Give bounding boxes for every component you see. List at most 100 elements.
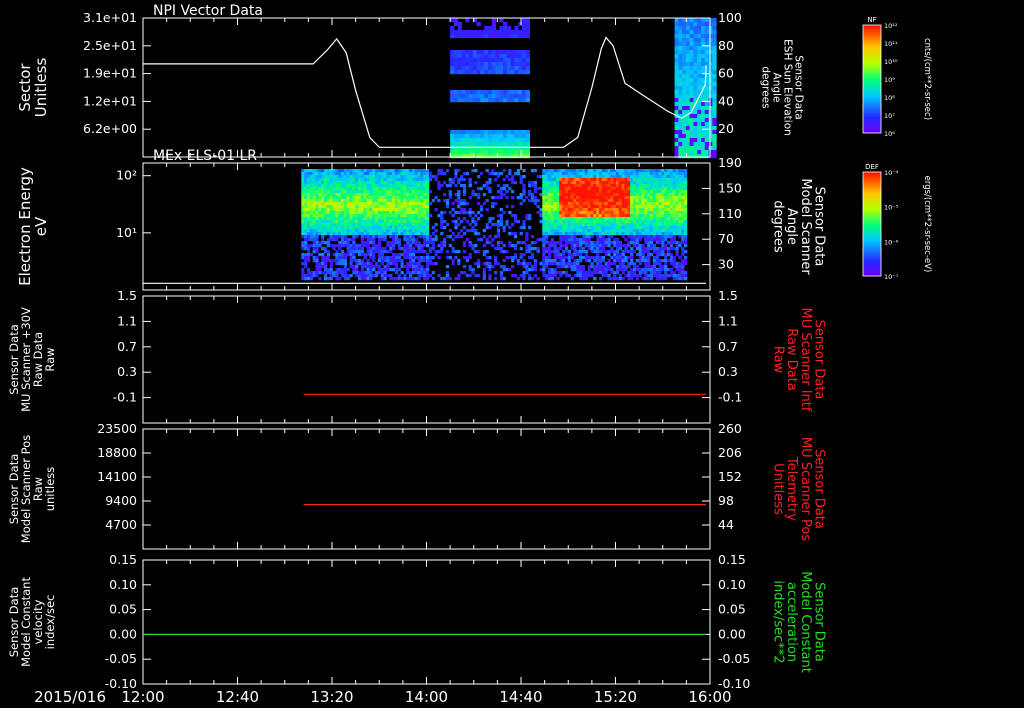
spectro-cell bbox=[502, 259, 506, 263]
spectro-cell bbox=[506, 70, 512, 75]
spectro-cell bbox=[392, 208, 396, 212]
spectro-cell bbox=[613, 199, 617, 203]
spectro-cell bbox=[530, 169, 535, 173]
spectro-cell bbox=[423, 232, 427, 236]
spectro-cell bbox=[306, 199, 311, 203]
spectro-cell bbox=[697, 82, 702, 87]
spectro-cell bbox=[682, 70, 687, 75]
spectro-cell bbox=[414, 199, 418, 203]
spectro-cell bbox=[360, 226, 365, 230]
spectro-cell bbox=[340, 214, 345, 218]
spectro-cell bbox=[491, 202, 495, 206]
spectro-cell bbox=[445, 199, 450, 203]
spectro-cell bbox=[346, 208, 350, 212]
spectro-cell bbox=[312, 175, 316, 179]
spectro-cell bbox=[556, 184, 560, 188]
spectro-cell bbox=[579, 253, 583, 257]
spectro-cell bbox=[453, 130, 459, 135]
spectro-cell bbox=[533, 199, 537, 203]
spectro-cell bbox=[562, 172, 566, 176]
spectro-cell bbox=[374, 247, 379, 251]
spectro-cell bbox=[491, 90, 496, 95]
spectro-cell bbox=[661, 247, 665, 251]
spectro-cell bbox=[457, 154, 462, 159]
y-tick-label: 10¹ bbox=[116, 225, 137, 240]
y-tick-label: 4700 bbox=[105, 517, 137, 532]
spectro-cell bbox=[689, 102, 694, 107]
spectro-cell bbox=[590, 220, 594, 224]
spectro-cell bbox=[374, 175, 379, 179]
spectro-cell bbox=[570, 214, 574, 218]
spectro-cell bbox=[428, 238, 433, 242]
spectro-cell bbox=[669, 214, 674, 218]
spectro-cell bbox=[420, 226, 424, 230]
spectro-cell bbox=[394, 268, 399, 272]
spectro-cell bbox=[678, 38, 683, 43]
spectro-cell bbox=[496, 226, 501, 230]
spectro-cell bbox=[684, 220, 688, 224]
spectro-cell bbox=[672, 190, 676, 194]
spectro-cell bbox=[647, 199, 651, 203]
y-tick-label-right: 70 bbox=[718, 231, 734, 246]
spectro-cell bbox=[553, 250, 557, 254]
spectro-cell bbox=[346, 244, 350, 248]
spectro-cell bbox=[484, 98, 489, 103]
spectro-cell bbox=[547, 187, 552, 191]
spectro-cell bbox=[607, 232, 611, 236]
spectro-cell bbox=[610, 220, 614, 224]
spectro-cell bbox=[326, 172, 331, 176]
spectro-cell bbox=[621, 184, 625, 188]
spectro-cell bbox=[335, 232, 339, 236]
spectro-cell bbox=[465, 130, 470, 135]
spectro-cell bbox=[426, 232, 430, 236]
spectro-cell bbox=[518, 58, 523, 63]
spectro-cell bbox=[461, 130, 466, 135]
spectro-cell bbox=[343, 226, 348, 230]
spectro-cell bbox=[508, 241, 512, 245]
spectro-cell bbox=[366, 274, 370, 278]
spectro-cell bbox=[409, 172, 413, 176]
spectro-cell bbox=[584, 250, 589, 254]
spectro-cell bbox=[613, 271, 617, 275]
spectro-cell bbox=[450, 150, 455, 155]
spectro-cell bbox=[635, 199, 640, 203]
spectro-cell bbox=[530, 268, 535, 272]
spectro-cell bbox=[480, 34, 485, 39]
spectro-cell bbox=[363, 187, 367, 191]
spectro-cell bbox=[553, 214, 557, 218]
spectro-cell bbox=[545, 250, 549, 254]
spectro-cell bbox=[590, 181, 594, 185]
spectro-cell bbox=[521, 62, 527, 67]
spectro-cell bbox=[400, 253, 404, 257]
spectro-cell bbox=[562, 202, 566, 206]
spectro-cell bbox=[480, 90, 485, 95]
spectro-cell bbox=[329, 196, 333, 200]
spectro-cell bbox=[374, 220, 379, 224]
spectro-cell bbox=[570, 208, 574, 212]
spectro-cell bbox=[712, 110, 717, 115]
spectro-cell bbox=[484, 30, 489, 35]
spectro-cell bbox=[366, 175, 370, 179]
spectro-cell bbox=[411, 250, 416, 254]
spectro-cell bbox=[323, 205, 328, 209]
spectro-cell bbox=[559, 274, 563, 278]
spectro-cell bbox=[553, 274, 557, 278]
spectro-cell bbox=[638, 181, 642, 185]
spectro-cell bbox=[392, 235, 396, 239]
spectro-cell bbox=[465, 98, 470, 103]
spectro-cell bbox=[355, 208, 359, 212]
spectro-cell bbox=[369, 238, 373, 242]
spectro-cell bbox=[417, 265, 421, 269]
spectro-cell bbox=[672, 208, 676, 212]
spectro-cell bbox=[632, 274, 637, 278]
spectro-cell bbox=[655, 235, 659, 239]
spectro-cell bbox=[397, 277, 401, 281]
spectro-cell bbox=[697, 142, 702, 147]
spectro-cell bbox=[615, 277, 620, 281]
spectro-cell bbox=[547, 208, 552, 212]
spectro-cell bbox=[477, 175, 481, 179]
spectro-cell bbox=[332, 253, 336, 257]
spectro-cell bbox=[352, 205, 356, 209]
spectro-cell bbox=[326, 253, 331, 257]
spectro-cell bbox=[315, 178, 319, 182]
